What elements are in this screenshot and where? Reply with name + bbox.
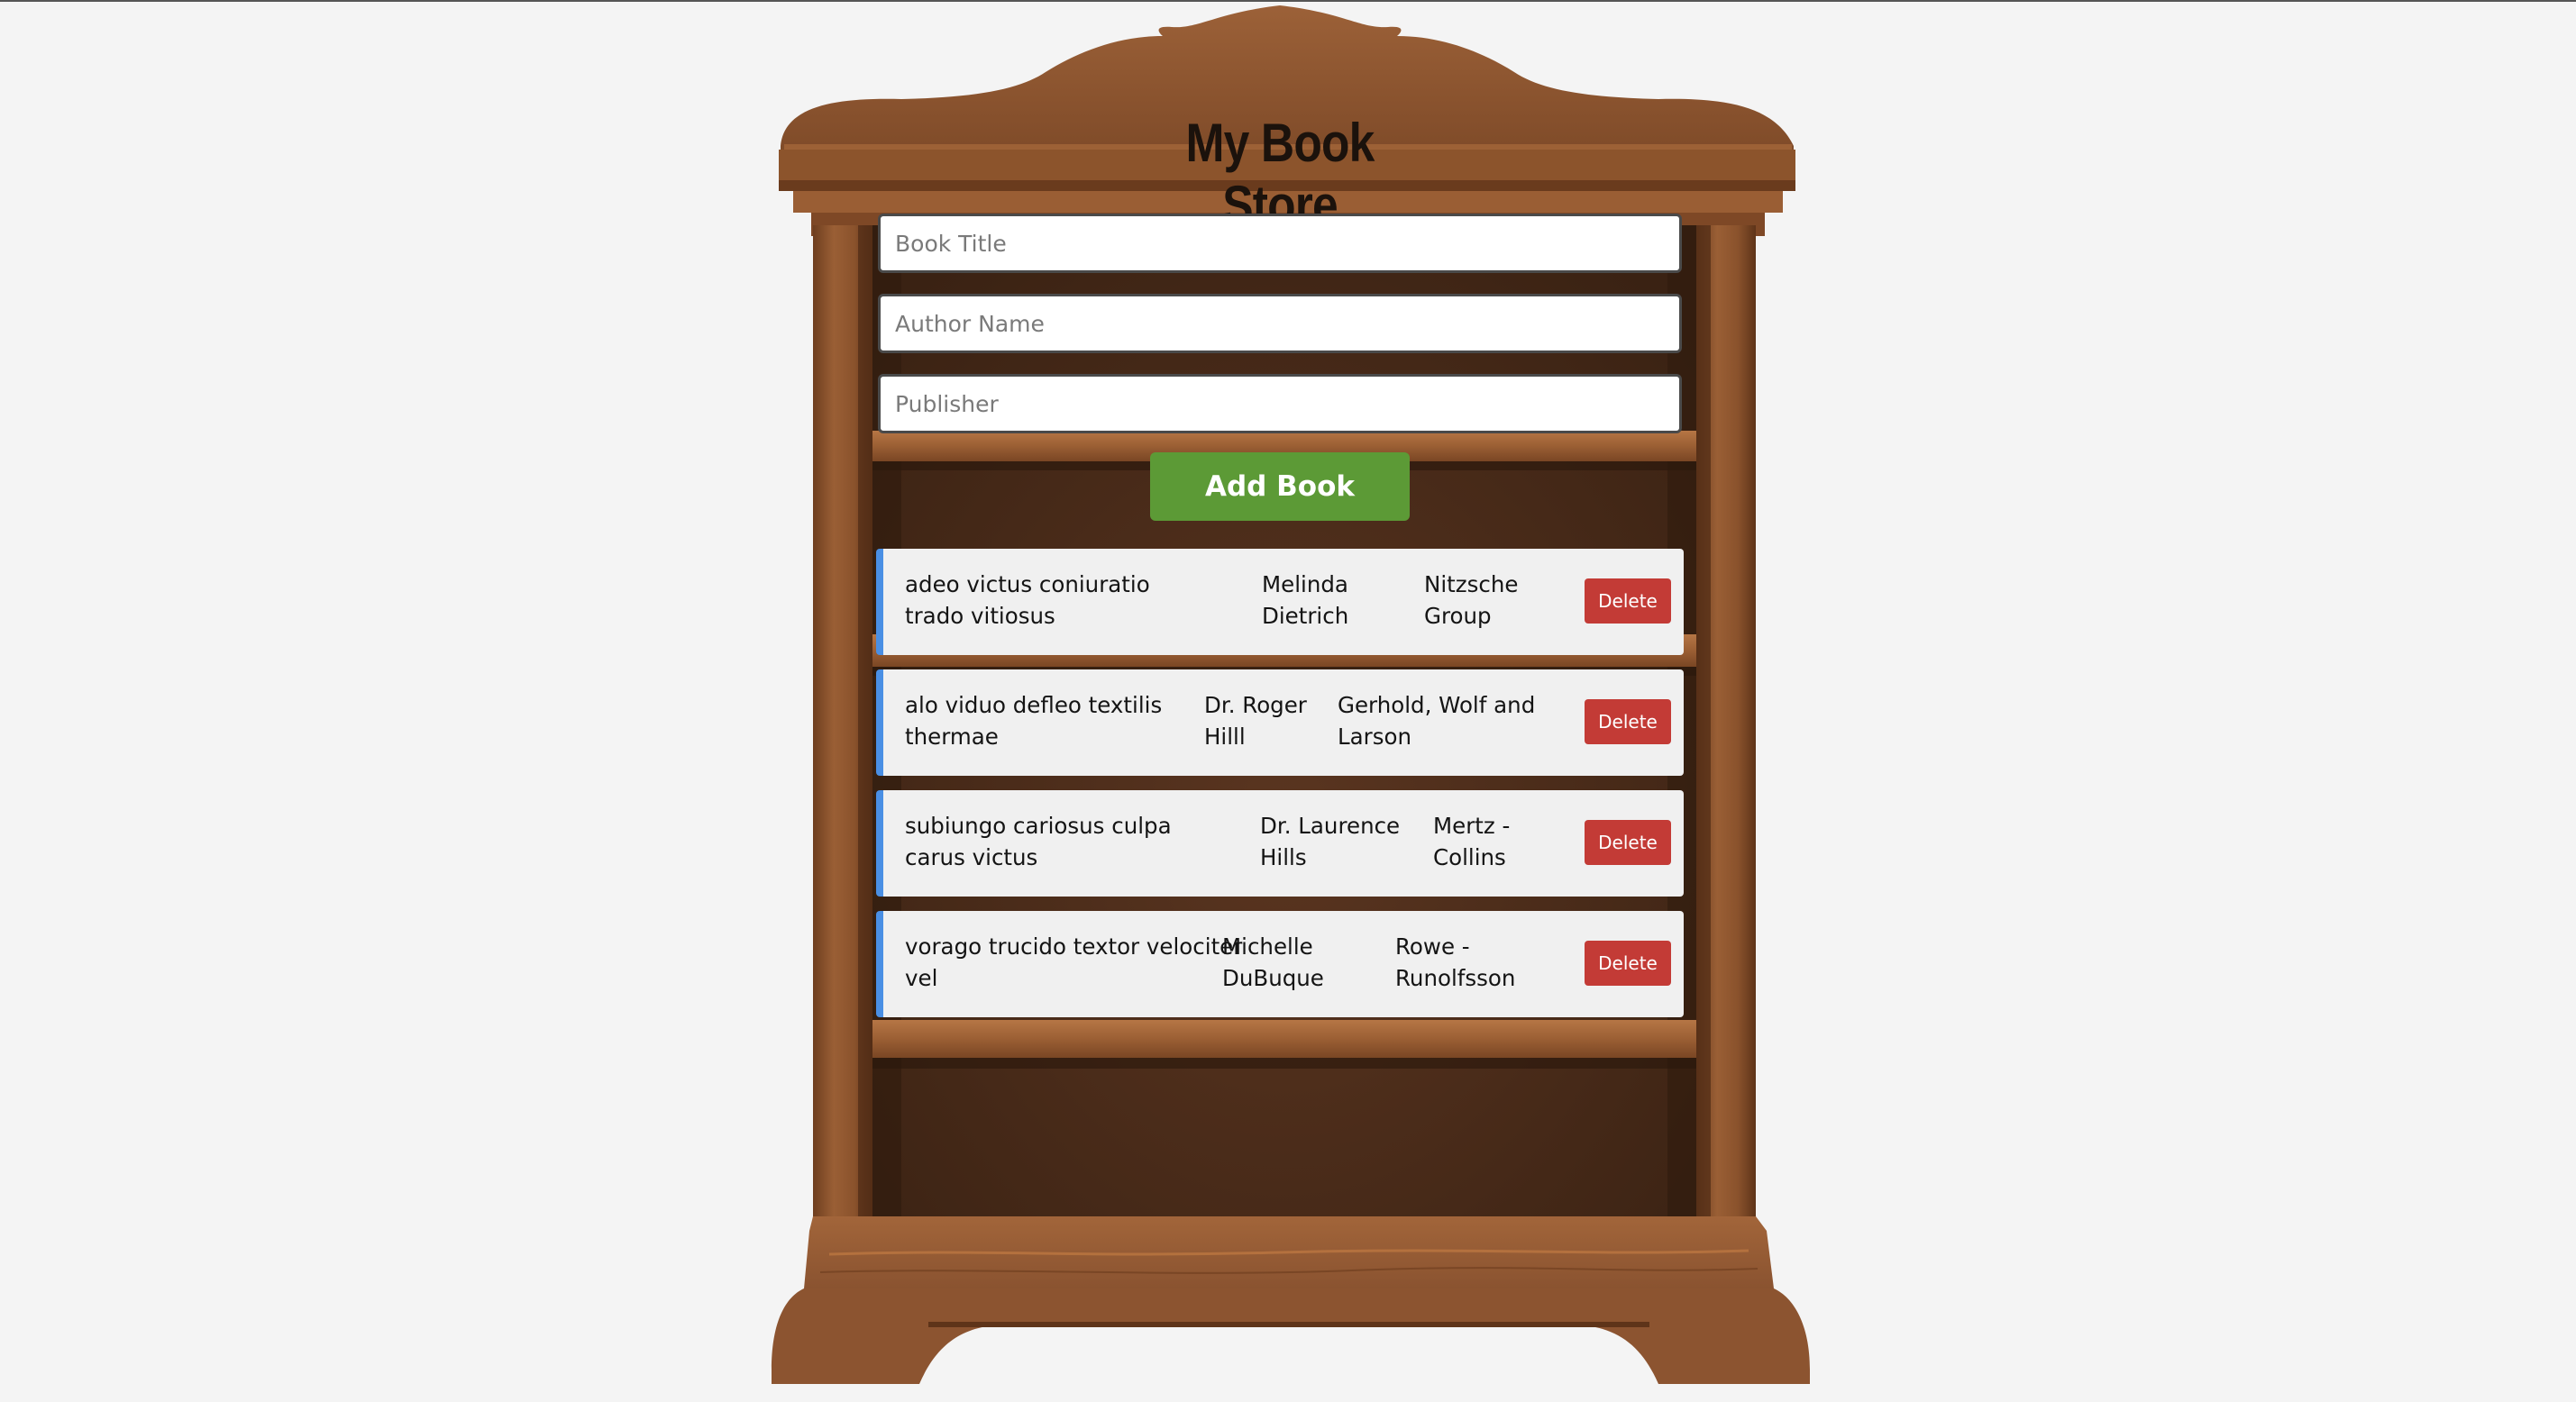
book-title: adeo victus coniuratio trado vitiosus <box>905 571 1150 629</box>
book-list-item: subiungo cariosus culpa carus victus Dr.… <box>876 790 1684 897</box>
book-list-item: vorago trucido textor velociter vel Mich… <box>876 911 1684 1017</box>
book-author: Melinda Dietrich <box>1262 571 1349 629</box>
book-title-input[interactable] <box>878 214 1682 273</box>
book-list-item: adeo victus coniuratio trado vitiosus Me… <box>876 549 1684 655</box>
book-title: vorago trucido textor velociter vel <box>905 933 1243 991</box>
book-publisher: Rowe - Runolfsson <box>1395 933 1516 991</box>
book-author: Michelle DuBuque <box>1222 933 1324 991</box>
book-author: Dr. Roger Hilll <box>1204 692 1307 750</box>
book-publisher: Mertz - Collins <box>1433 813 1511 870</box>
delete-book-button[interactable]: Delete <box>1585 820 1671 865</box>
book-author: Dr. Laurence Hills <box>1260 813 1401 870</box>
bookstore-app: My Book Store Add Book adeo victus coniu… <box>0 0 2576 1402</box>
author-name-input[interactable] <box>878 294 1682 353</box>
book-publisher: Gerhold, Wolf and Larson <box>1338 692 1536 750</box>
delete-book-button[interactable]: Delete <box>1585 699 1671 744</box>
book-title: subiungo cariosus culpa carus victus <box>905 813 1172 870</box>
delete-book-button[interactable]: Delete <box>1585 941 1671 986</box>
delete-book-button[interactable]: Delete <box>1585 578 1671 624</box>
publisher-input[interactable] <box>878 374 1682 433</box>
book-publisher: Nitzsche Group <box>1424 571 1519 629</box>
book-list-item: alo viduo defleo textilis thermae Dr. Ro… <box>876 669 1684 776</box>
add-book-button[interactable]: Add Book <box>1150 452 1410 521</box>
book-title: alo viduo defleo textilis thermae <box>905 692 1163 750</box>
